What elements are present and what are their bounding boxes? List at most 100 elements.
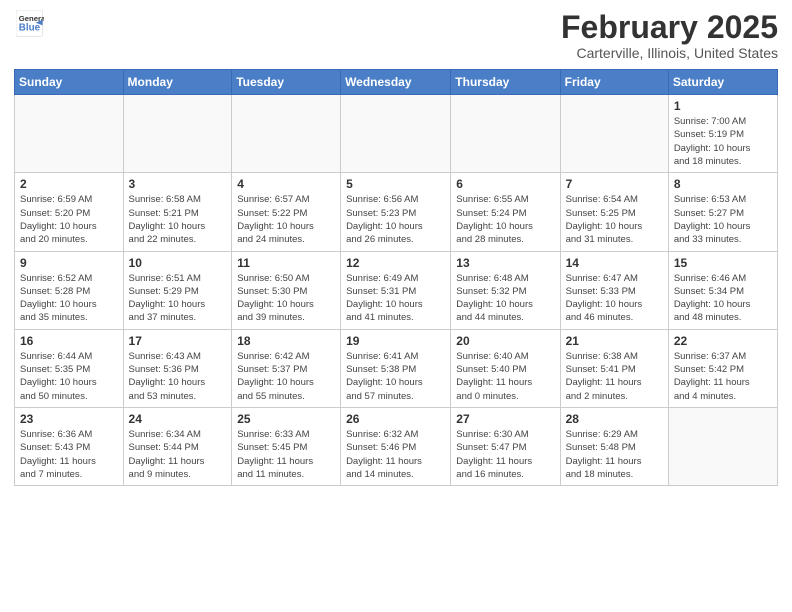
day-number: 22 [674,334,772,348]
calendar-cell [232,95,341,173]
calendar-week-row: 16 Sunrise: 6:44 AM Sunset: 5:35 PM Dayli… [15,329,778,407]
day-info: Sunrise: 6:33 AM Sunset: 5:45 PM Dayligh… [237,428,335,481]
calendar-week-row: 1 Sunrise: 7:00 AM Sunset: 5:19 PM Daylig… [15,95,778,173]
day-info: Sunrise: 6:57 AM Sunset: 5:22 PM Dayligh… [237,193,335,246]
calendar-cell: 11 Sunrise: 6:50 AM Sunset: 5:30 PM Dayli… [232,251,341,329]
day-info: Sunrise: 6:40 AM Sunset: 5:40 PM Dayligh… [456,350,554,403]
calendar-cell: 12 Sunrise: 6:49 AM Sunset: 5:31 PM Dayli… [341,251,451,329]
calendar-cell: 2 Sunrise: 6:59 AM Sunset: 5:20 PM Daylig… [15,173,124,251]
svg-text:Blue: Blue [19,22,41,33]
calendar-cell: 26 Sunrise: 6:32 AM Sunset: 5:46 PM Dayli… [341,407,451,485]
day-number: 6 [456,177,554,191]
calendar-cell: 14 Sunrise: 6:47 AM Sunset: 5:33 PM Dayli… [560,251,668,329]
day-number: 1 [674,99,772,113]
day-info: Sunrise: 6:56 AM Sunset: 5:23 PM Dayligh… [346,193,445,246]
weekday-header-friday: Friday [560,70,668,95]
weekday-header-monday: Monday [123,70,232,95]
weekday-header-saturday: Saturday [668,70,777,95]
day-info: Sunrise: 6:51 AM Sunset: 5:29 PM Dayligh… [129,272,227,325]
day-number: 24 [129,412,227,426]
day-number: 12 [346,256,445,270]
day-info: Sunrise: 6:37 AM Sunset: 5:42 PM Dayligh… [674,350,772,403]
calendar-cell [15,95,124,173]
calendar-cell [123,95,232,173]
calendar-week-row: 2 Sunrise: 6:59 AM Sunset: 5:20 PM Daylig… [15,173,778,251]
calendar-cell: 21Sunrise: 6:38 AM Sunset: 5:41 PM Dayli… [560,329,668,407]
day-number: 11 [237,256,335,270]
calendar-cell: 16 Sunrise: 6:44 AM Sunset: 5:35 PM Dayli… [15,329,124,407]
day-number: 3 [129,177,227,191]
calendar-cell: 24Sunrise: 6:34 AM Sunset: 5:44 PM Dayli… [123,407,232,485]
day-number: 13 [456,256,554,270]
day-info: Sunrise: 6:29 AM Sunset: 5:48 PM Dayligh… [566,428,663,481]
day-info: Sunrise: 6:43 AM Sunset: 5:36 PM Dayligh… [129,350,227,403]
calendar-cell: 1 Sunrise: 7:00 AM Sunset: 5:19 PM Daylig… [668,95,777,173]
calendar-cell [451,95,560,173]
subtitle: Carterville, Illinois, United States [561,45,778,61]
day-info: Sunrise: 6:48 AM Sunset: 5:32 PM Dayligh… [456,272,554,325]
calendar-cell: 27 Sunrise: 6:30 AM Sunset: 5:47 PM Dayli… [451,407,560,485]
day-info: Sunrise: 6:32 AM Sunset: 5:46 PM Dayligh… [346,428,445,481]
calendar-cell: 6 Sunrise: 6:55 AM Sunset: 5:24 PM Daylig… [451,173,560,251]
weekday-header-wednesday: Wednesday [341,70,451,95]
header: General Blue February 2025 Carterville, … [14,10,778,61]
day-number: 7 [566,177,663,191]
calendar-cell [560,95,668,173]
calendar-cell: 9 Sunrise: 6:52 AM Sunset: 5:28 PM Daylig… [15,251,124,329]
calendar-cell: 3 Sunrise: 6:58 AM Sunset: 5:21 PM Daylig… [123,173,232,251]
day-info: Sunrise: 6:50 AM Sunset: 5:30 PM Dayligh… [237,272,335,325]
day-info: Sunrise: 6:52 AM Sunset: 5:28 PM Dayligh… [20,272,118,325]
day-info: Sunrise: 6:49 AM Sunset: 5:31 PM Dayligh… [346,272,445,325]
day-number: 9 [20,256,118,270]
calendar-cell: 4 Sunrise: 6:57 AM Sunset: 5:22 PM Daylig… [232,173,341,251]
day-info: Sunrise: 6:44 AM Sunset: 5:35 PM Dayligh… [20,350,118,403]
weekday-header-sunday: Sunday [15,70,124,95]
title-block: February 2025 Carterville, Illinois, Uni… [561,10,778,61]
calendar-cell: 25 Sunrise: 6:33 AM Sunset: 5:45 PM Dayli… [232,407,341,485]
day-number: 10 [129,256,227,270]
main-title: February 2025 [561,10,778,45]
day-number: 26 [346,412,445,426]
calendar-cell: 19 Sunrise: 6:41 AM Sunset: 5:38 PM Dayli… [341,329,451,407]
day-info: Sunrise: 6:42 AM Sunset: 5:37 PM Dayligh… [237,350,335,403]
day-number: 18 [237,334,335,348]
calendar-cell: 22 Sunrise: 6:37 AM Sunset: 5:42 PM Dayli… [668,329,777,407]
weekday-header-row: SundayMondayTuesdayWednesdayThursdayFrid… [15,70,778,95]
day-number: 2 [20,177,118,191]
day-info: Sunrise: 6:53 AM Sunset: 5:27 PM Dayligh… [674,193,772,246]
day-info: Sunrise: 6:55 AM Sunset: 5:24 PM Dayligh… [456,193,554,246]
calendar-cell: 18 Sunrise: 6:42 AM Sunset: 5:37 PM Dayli… [232,329,341,407]
day-info: Sunrise: 6:58 AM Sunset: 5:21 PM Dayligh… [129,193,227,246]
day-info: Sunrise: 6:47 AM Sunset: 5:33 PM Dayligh… [566,272,663,325]
calendar-cell: 10 Sunrise: 6:51 AM Sunset: 5:29 PM Dayli… [123,251,232,329]
calendar-week-row: 23 Sunrise: 6:36 AM Sunset: 5:43 PM Dayli… [15,407,778,485]
day-number: 4 [237,177,335,191]
day-info: Sunrise: 6:59 AM Sunset: 5:20 PM Dayligh… [20,193,118,246]
day-number: 23 [20,412,118,426]
calendar-cell: 15Sunrise: 6:46 AM Sunset: 5:34 PM Dayli… [668,251,777,329]
day-number: 28 [566,412,663,426]
calendar-week-row: 9 Sunrise: 6:52 AM Sunset: 5:28 PM Daylig… [15,251,778,329]
calendar-cell [668,407,777,485]
day-number: 16 [20,334,118,348]
day-info: Sunrise: 6:30 AM Sunset: 5:47 PM Dayligh… [456,428,554,481]
calendar-cell: 7Sunrise: 6:54 AM Sunset: 5:25 PM Daylig… [560,173,668,251]
day-info: Sunrise: 7:00 AM Sunset: 5:19 PM Dayligh… [674,115,772,168]
day-number: 25 [237,412,335,426]
calendar-table: SundayMondayTuesdayWednesdayThursdayFrid… [14,69,778,486]
logo-icon: General Blue [16,10,44,38]
calendar-cell: 8Sunrise: 6:53 AM Sunset: 5:27 PM Daylig… [668,173,777,251]
day-number: 17 [129,334,227,348]
day-number: 14 [566,256,663,270]
day-number: 19 [346,334,445,348]
page-container: General Blue February 2025 Carterville, … [0,0,792,496]
calendar-cell: 20 Sunrise: 6:40 AM Sunset: 5:40 PM Dayli… [451,329,560,407]
day-info: Sunrise: 6:41 AM Sunset: 5:38 PM Dayligh… [346,350,445,403]
day-info: Sunrise: 6:46 AM Sunset: 5:34 PM Dayligh… [674,272,772,325]
day-number: 21 [566,334,663,348]
calendar-cell: 13 Sunrise: 6:48 AM Sunset: 5:32 PM Dayli… [451,251,560,329]
day-info: Sunrise: 6:36 AM Sunset: 5:43 PM Dayligh… [20,428,118,481]
day-number: 20 [456,334,554,348]
calendar-cell [341,95,451,173]
day-number: 27 [456,412,554,426]
